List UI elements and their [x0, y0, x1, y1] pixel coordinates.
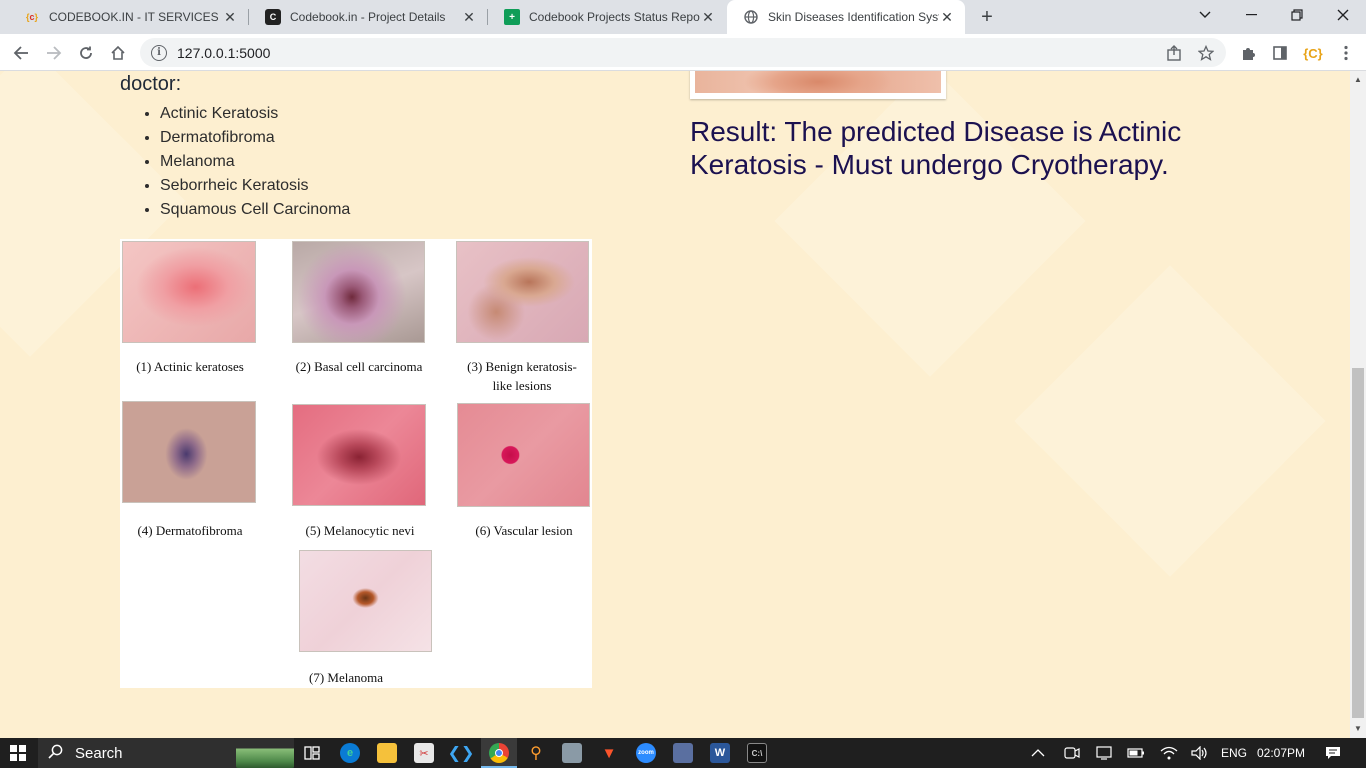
scroll-down-arrow-icon[interactable]: ▼ — [1350, 722, 1366, 736]
chrome-icon[interactable] — [489, 743, 509, 763]
close-tab-icon[interactable]: ✕ — [461, 9, 477, 25]
notifications-icon[interactable] — [1325, 738, 1341, 768]
codebook-logo-icon: {c} — [25, 12, 39, 22]
extensions-puzzle-icon[interactable] — [1234, 39, 1262, 67]
google-sheets-icon: + — [504, 9, 520, 25]
reload-button[interactable] — [72, 39, 100, 67]
close-tab-icon[interactable]: ✕ — [222, 9, 238, 25]
forward-button[interactable] — [40, 39, 68, 67]
image-caption: like lesions — [492, 378, 552, 393]
file-explorer-icon[interactable] — [377, 743, 397, 763]
codebook-dark-icon: C — [265, 9, 281, 25]
windows-start-icon[interactable] — [10, 745, 26, 761]
image-caption: (4) Dermatofibroma — [137, 523, 243, 538]
dermatofibroma-image — [122, 401, 256, 503]
snipping-tool-icon[interactable]: ✂ — [414, 743, 434, 763]
bookmark-star-icon[interactable] — [1198, 38, 1214, 67]
show-hidden-icons-chevron-icon[interactable] — [1031, 738, 1045, 768]
background-decoration — [1014, 265, 1326, 577]
image-caption: (6) Vascular lesion — [475, 523, 573, 538]
actinic-keratoses-image — [122, 241, 256, 343]
globe-icon — [743, 9, 759, 25]
tab-title: CODEBOOK.IN - IT SERVICES — [49, 10, 219, 24]
image-caption: (1) Actinic keratoses — [136, 359, 244, 374]
battery-icon[interactable] — [1127, 738, 1145, 768]
taskbar-search[interactable]: Search — [38, 738, 294, 768]
brave-browser-icon[interactable]: ▼ — [599, 743, 619, 763]
disease-list: Actinic Keratosis Dermatofibroma Melanom… — [160, 104, 350, 224]
browser-menu-icon[interactable] — [1332, 39, 1360, 67]
restore-button[interactable] — [1274, 0, 1320, 30]
tab-title: Skin Diseases Identification Syste — [768, 10, 939, 24]
tab-status-report[interactable]: + Codebook Projects Status Report ✕ — [488, 0, 726, 34]
codebook-extension-icon[interactable]: {C} — [1298, 39, 1328, 67]
uploaded-skin-image — [695, 71, 941, 93]
back-button[interactable] — [7, 39, 35, 67]
tab-strip: {c} CODEBOOK.IN - IT SERVICES ✕ C Codebo… — [0, 0, 1366, 34]
page-viewport: doctor: Actinic Keratosis Dermatofibroma… — [0, 71, 1350, 738]
edge-browser-icon[interactable]: e — [340, 743, 360, 763]
disease-item: Seborrheic Keratosis — [160, 176, 350, 200]
basal-cell-carcinoma-image — [292, 241, 425, 343]
melanoma-image — [299, 550, 432, 652]
task-view-icon[interactable] — [302, 743, 322, 763]
close-tab-icon[interactable]: ✕ — [939, 9, 955, 25]
close-window-button[interactable] — [1320, 0, 1366, 30]
page-scrollbar[interactable]: ▲ ▼ — [1350, 71, 1366, 738]
browser-toolbar: i 127.0.0.1:5000 {C} — [0, 34, 1366, 71]
wifi-icon[interactable] — [1160, 738, 1178, 768]
new-tab-button[interactable]: + — [976, 6, 998, 28]
prediction-result: Result: The predicted Disease is Actinic… — [690, 116, 1182, 180]
search-highlight-illustration — [236, 740, 294, 768]
share-icon[interactable] — [1166, 38, 1182, 67]
reference-lesion-figure: (1) Actinic keratoses (2) Basal cell car… — [120, 239, 592, 688]
image-caption: (2) Basal cell carcinoma — [295, 359, 423, 374]
photos-app-icon[interactable] — [562, 743, 582, 763]
word-icon[interactable]: W — [710, 743, 730, 763]
tab-title: Codebook Projects Status Report — [529, 10, 700, 24]
disease-item: Melanoma — [160, 152, 350, 176]
search-icon — [48, 744, 63, 763]
vascular-lesion-image — [457, 403, 590, 507]
display-icon[interactable] — [1096, 738, 1112, 768]
close-tab-icon[interactable]: ✕ — [700, 9, 716, 25]
address-bar[interactable]: i 127.0.0.1:5000 — [140, 38, 1226, 67]
section-heading: doctor: — [120, 73, 182, 95]
tab-title: Codebook.in - Project Details — [290, 10, 446, 24]
benign-keratosis-image — [456, 241, 589, 343]
melanocytic-nevi-image — [292, 404, 426, 506]
tab-skin-diseases[interactable]: Skin Diseases Identification Syste ✕ — [727, 0, 965, 34]
search-tool-icon[interactable]: ⚲ — [526, 743, 546, 763]
command-prompt-icon[interactable]: C:\ — [747, 743, 767, 763]
side-panel-icon[interactable] — [1266, 39, 1294, 67]
clock[interactable]: 02:07PM — [1257, 738, 1305, 768]
url-text[interactable]: 127.0.0.1:5000 — [177, 45, 270, 61]
site-info-icon[interactable]: i — [151, 44, 167, 61]
image-caption-group: (3) Benign keratosis- like lesions — [452, 357, 592, 395]
search-label: Search — [75, 744, 123, 762]
scrollbar-thumb[interactable] — [1352, 368, 1364, 718]
uploaded-image-frame — [690, 71, 946, 99]
minimize-button[interactable] — [1228, 0, 1274, 30]
remote-desktop-icon[interactable] — [673, 743, 693, 763]
image-caption: (3) Benign keratosis- — [467, 359, 577, 374]
image-caption: (7) Melanoma — [308, 670, 383, 685]
vscode-icon[interactable]: ❮❯ — [448, 743, 475, 763]
tab-project-details[interactable]: C Codebook.in - Project Details ✕ — [249, 0, 487, 34]
image-caption: (5) Melanocytic nevi — [305, 523, 415, 538]
volume-icon[interactable] — [1191, 738, 1209, 768]
language-indicator[interactable]: ENG — [1221, 738, 1247, 768]
meet-now-icon[interactable] — [1064, 738, 1080, 768]
scroll-up-arrow-icon[interactable]: ▲ — [1350, 73, 1366, 87]
zoom-app-icon[interactable]: zoom — [636, 743, 656, 763]
disease-item: Actinic Keratosis — [160, 104, 350, 128]
tab-search-chevron-icon[interactable] — [1182, 0, 1228, 30]
home-button[interactable] — [104, 39, 132, 67]
tab-codebook-it-services[interactable]: {c} CODEBOOK.IN - IT SERVICES ✕ — [8, 0, 248, 34]
windows-taskbar: Search e ✂ ❮❯ ⚲ ▼ zoom W C:\ ENG 02:07PM — [0, 738, 1366, 768]
disease-item: Dermatofibroma — [160, 128, 350, 152]
disease-item: Squamous Cell Carcinoma — [160, 200, 350, 224]
